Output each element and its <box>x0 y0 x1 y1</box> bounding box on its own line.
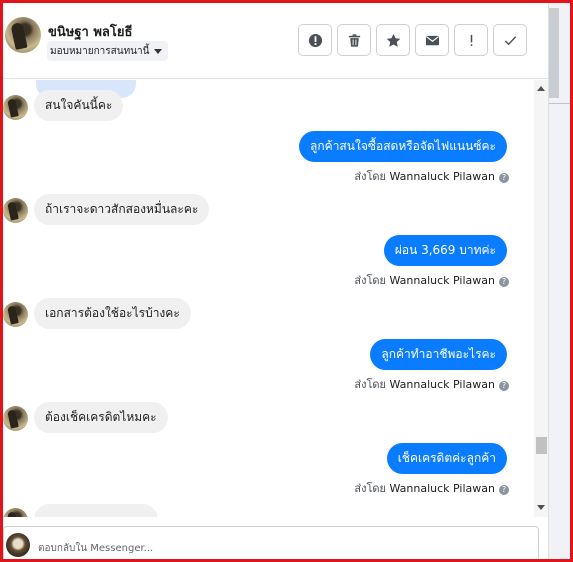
sent-by-label: ส่งโดย Wannaluck Pilawan? <box>354 271 509 287</box>
help-icon[interactable]: ? <box>499 173 509 183</box>
contact-avatar-small[interactable] <box>3 302 28 327</box>
side-panel-edge <box>548 3 571 559</box>
delete-button[interactable] <box>337 24 371 56</box>
incoming-message: ถ้าเราจะดาวสักสองหมื่นละคะ <box>34 194 210 225</box>
mark-spam-button[interactable] <box>298 24 332 56</box>
contact-name[interactable]: ขนิษฐา พลโยธี <box>48 21 132 42</box>
help-icon[interactable]: ? <box>499 381 509 391</box>
contact-avatar-small[interactable] <box>3 198 28 223</box>
reply-input-placeholder[interactable]: ตอบกลับใน Messenger... <box>38 541 153 556</box>
caret-down-icon <box>154 48 163 54</box>
mark-unread-button[interactable] <box>415 24 449 56</box>
follow-up-button[interactable] <box>454 24 488 56</box>
scroll-thumb[interactable] <box>536 437 547 454</box>
contact-avatar-small[interactable] <box>3 508 28 517</box>
outgoing-message: เช็คเครดิตค่ะลูกค้า <box>386 443 507 474</box>
sent-by-label: ส่งโดย Wannaluck Pilawan? <box>354 479 509 495</box>
outgoing-message: ลูกค้าทำอาชีพอะไรคะ <box>370 339 507 370</box>
mark-done-button[interactable] <box>493 24 527 56</box>
incoming-message: สนใจคันนี้คะ <box>34 90 124 121</box>
reply-composer[interactable]: ตอบกลับใน Messenger... <box>3 526 539 560</box>
help-icon[interactable]: ? <box>499 277 509 287</box>
help-icon[interactable]: ? <box>499 485 509 495</box>
contact-avatar-small[interactable] <box>3 95 28 120</box>
partial-incoming-message <box>34 504 158 517</box>
contact-avatar[interactable] <box>5 17 41 53</box>
thread-scrollbar[interactable] <box>534 80 548 517</box>
conversation-toolbar <box>298 24 527 56</box>
star-icon <box>386 33 400 47</box>
sender-name: Wannaluck Pilawan <box>389 274 496 287</box>
incoming-message: เอกสารต้องใช้อะไรบ้างคะ <box>34 298 191 329</box>
outgoing-message: ลูกค้าสนใจซื้อสดหรือจัดไฟแนนซ์คะ <box>299 131 507 162</box>
message-thread[interactable]: สนใจคันนี้คะ ลูกค้าสนใจซื้อสดหรือจัดไฟแน… <box>3 80 534 517</box>
exclamation-icon <box>470 34 472 46</box>
check-icon <box>504 35 516 45</box>
sent-by-label: ส่งโดย Wannaluck Pilawan? <box>354 167 509 183</box>
sent-by-label: ส่งโดย Wannaluck Pilawan? <box>354 375 509 391</box>
envelope-icon <box>425 35 439 45</box>
contact-avatar-small[interactable] <box>3 406 28 431</box>
alert-circle-icon <box>308 33 322 47</box>
page-avatar <box>6 533 30 557</box>
sender-name: Wannaluck Pilawan <box>389 482 496 495</box>
incoming-message: ต้องเช็คเครดิตไหมคะ <box>34 402 168 433</box>
assign-label: มอบหมายการสนทนานี้ <box>50 46 150 57</box>
trash-icon <box>348 33 360 47</box>
sender-name: Wannaluck Pilawan <box>389 170 496 183</box>
outgoing-message: ผ่อน 3,669 บาทค่ะ <box>383 235 507 266</box>
assign-conversation-dropdown[interactable]: มอบหมายการสนทนานี้ <box>47 41 169 61</box>
scroll-down-arrow-icon[interactable] <box>537 505 545 510</box>
scroll-up-arrow-icon[interactable] <box>537 86 545 91</box>
sender-name: Wannaluck Pilawan <box>389 378 496 391</box>
conversation-header: ขนิษฐา พลโยธี มอบหมายการสนทนานี้ <box>3 3 548 79</box>
star-button[interactable] <box>376 24 410 56</box>
